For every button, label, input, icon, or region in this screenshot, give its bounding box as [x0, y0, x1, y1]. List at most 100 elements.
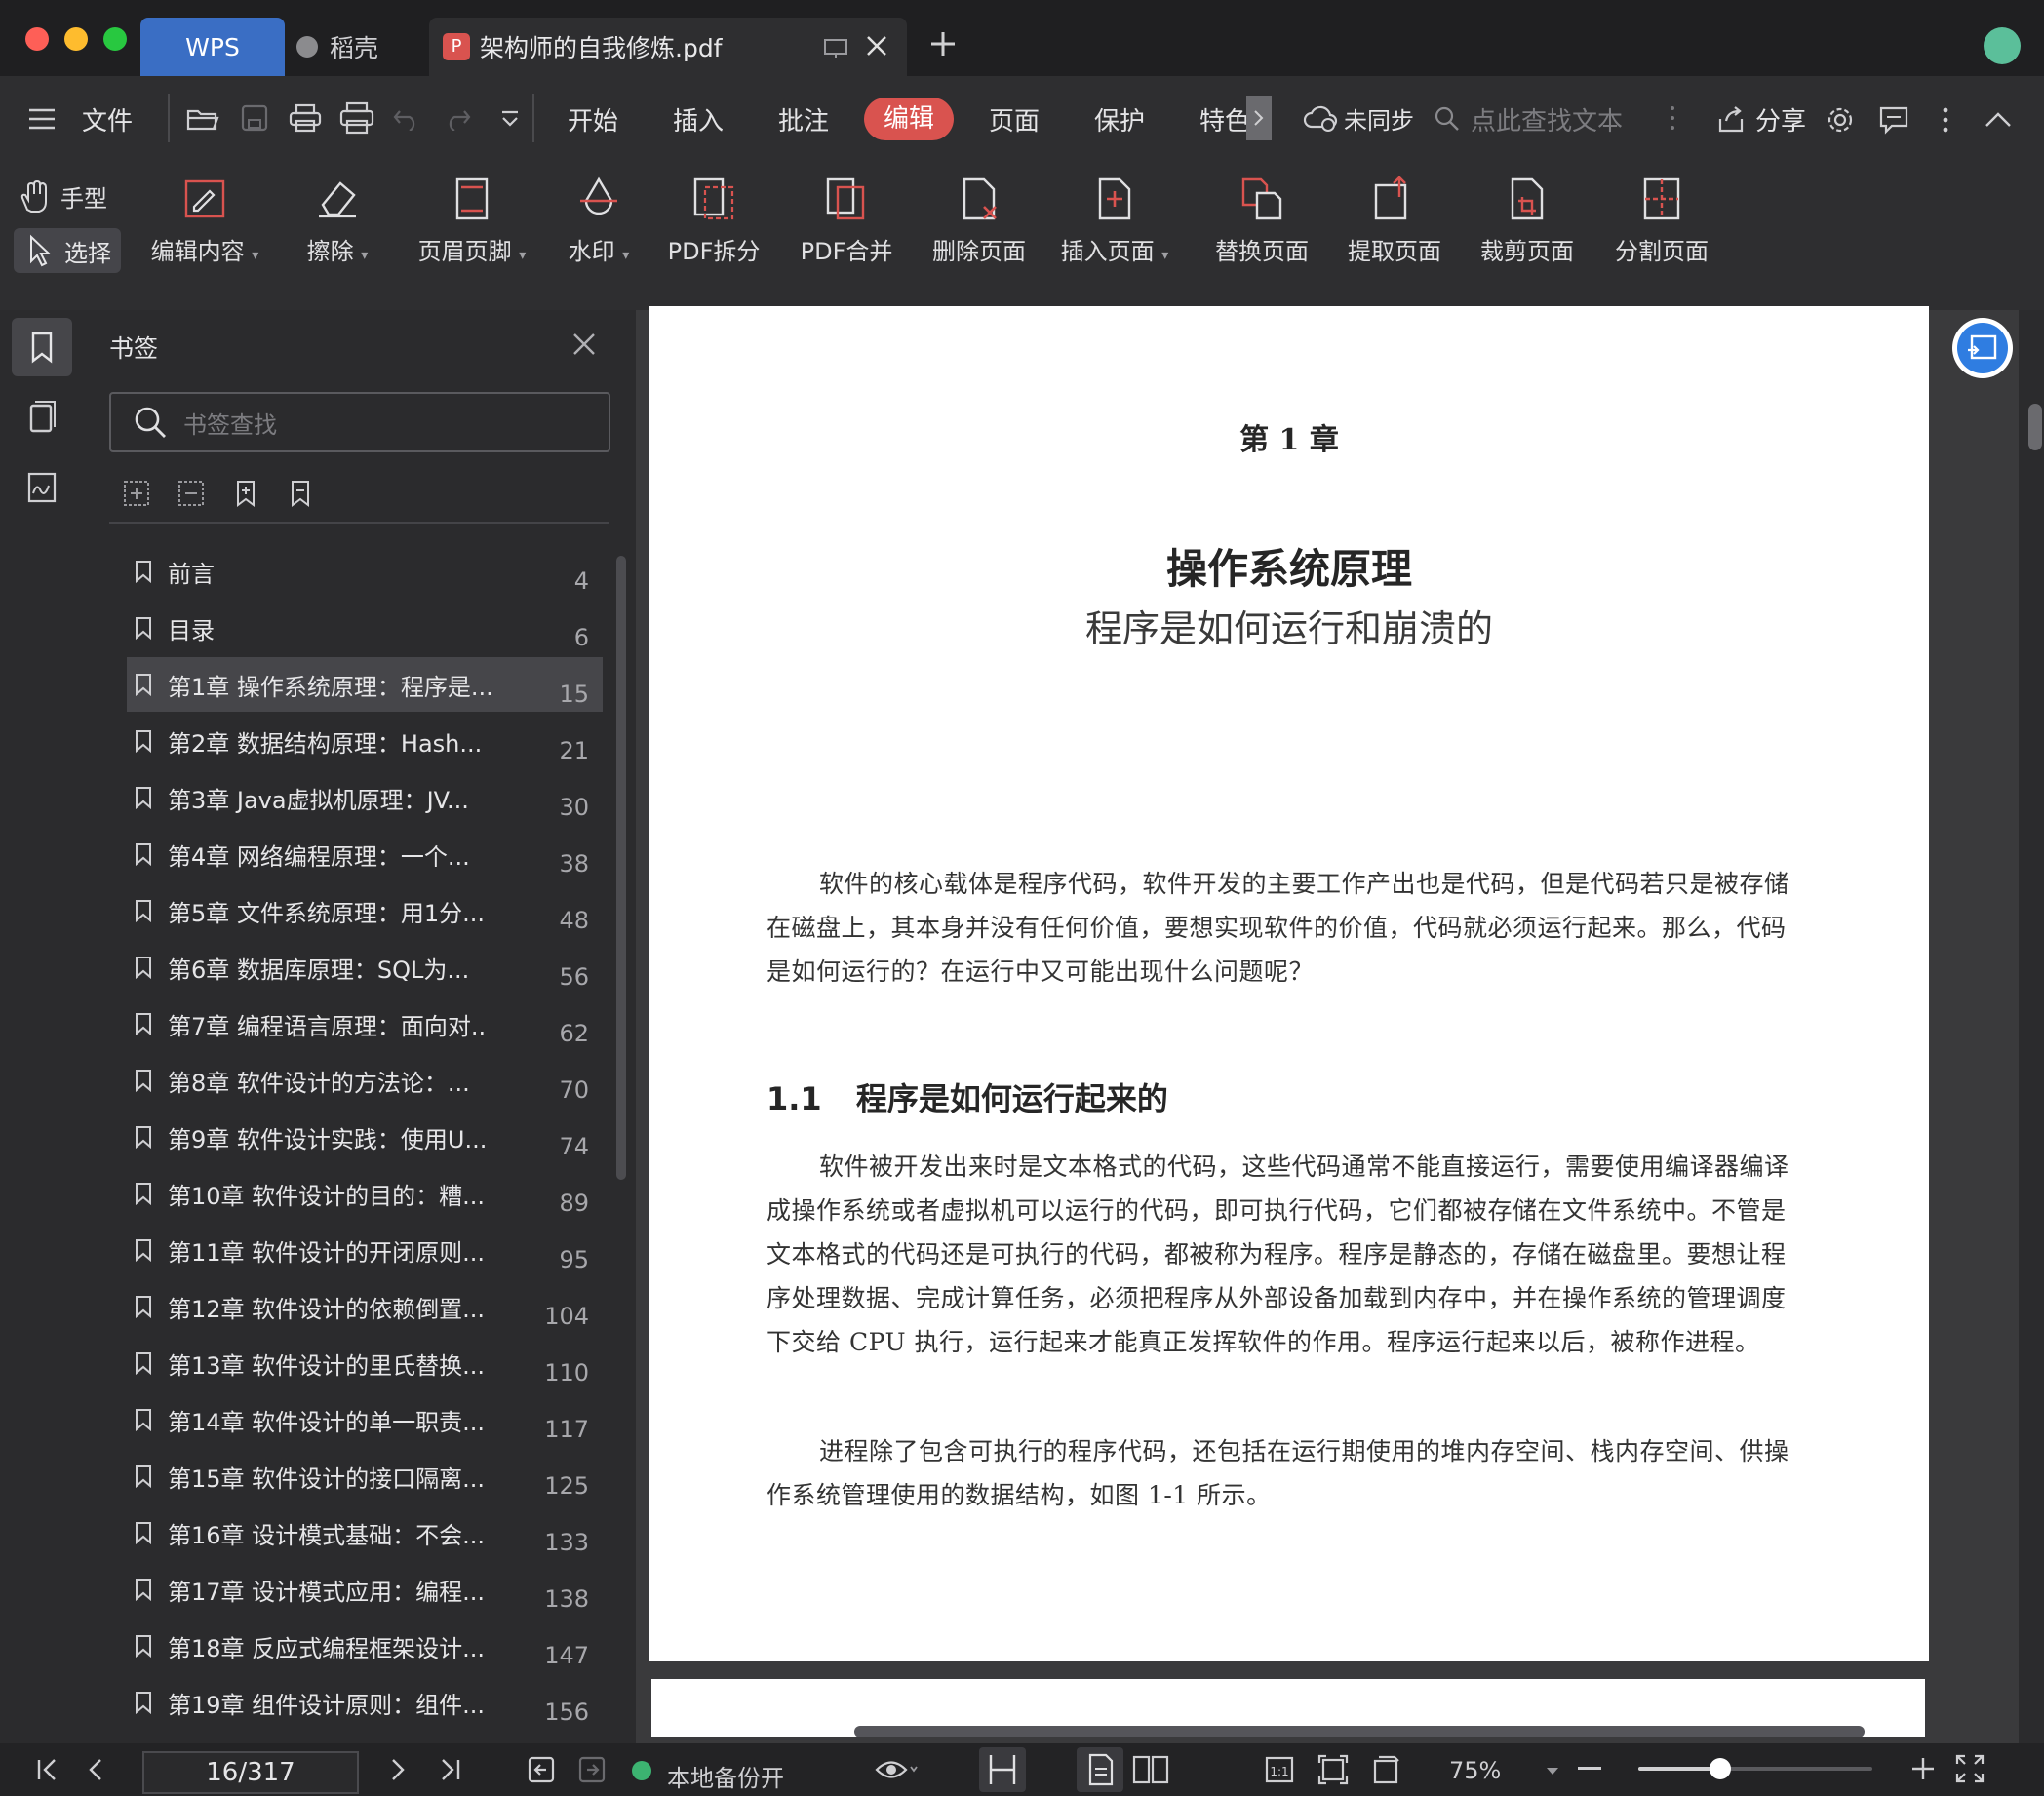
bookmark-item[interactable]: 第8章 软件设计的方法论：... 70: [127, 1053, 603, 1108]
bookmark-item[interactable]: 前言 4: [127, 544, 603, 599]
previous-page-icon[interactable]: [86, 1757, 105, 1786]
menu-tab-edit[interactable]: 编辑: [864, 98, 954, 140]
bookmark-item[interactable]: 第18章 反应式编程框架设计... 147: [127, 1619, 603, 1673]
share-icon[interactable]: [1716, 105, 1746, 138]
last-page-icon[interactable]: [437, 1757, 462, 1786]
print-preview-icon[interactable]: [339, 101, 374, 138]
signature-panel-button[interactable]: [21, 468, 60, 511]
bookmark-item[interactable]: 第15章 软件设计的接口隔离... 125: [127, 1449, 603, 1503]
more-options-icon[interactable]: [1941, 105, 1950, 138]
watermark-tool[interactable]: 水印 ▾: [540, 176, 657, 266]
menu-tab-page[interactable]: 页面: [989, 101, 1040, 137]
floating-convert-button[interactable]: [1952, 318, 2013, 378]
first-page-icon[interactable]: [35, 1757, 60, 1786]
save-icon[interactable]: [240, 103, 269, 137]
actual-size-icon[interactable]: 1:1: [1264, 1755, 1295, 1788]
remove-bookmark-icon[interactable]: [285, 478, 316, 513]
single-page-view-button[interactable]: [1077, 1747, 1123, 1792]
eye-protection-icon[interactable]: [874, 1755, 919, 1788]
backup-status-label[interactable]: 本地备份开: [667, 1759, 784, 1793]
tab-docer[interactable]: 稻壳: [296, 18, 413, 76]
bookmark-item[interactable]: 第7章 编程语言原理：面向对.. 62: [127, 996, 603, 1051]
tab-document[interactable]: P 架构师的自我修炼.pdf: [429, 18, 907, 76]
rotate-page-icon[interactable]: [1369, 1753, 1402, 1790]
zoom-out-button[interactable]: [1578, 1767, 1601, 1770]
bookmark-item[interactable]: 第19章 组件设计原则：组件... 156: [127, 1675, 603, 1730]
panel-scrollbar[interactable]: [616, 556, 626, 1180]
select-tool-button[interactable]: 选择: [14, 228, 121, 273]
horizontal-scroll-thumb[interactable]: [854, 1726, 1865, 1737]
bookmark-item[interactable]: 第11章 软件设计的开闭原则... 95: [127, 1223, 603, 1277]
collapse-ribbon-icon[interactable]: [1984, 109, 2013, 133]
hamburger-menu-icon[interactable]: [27, 107, 57, 135]
two-page-view-icon[interactable]: [1131, 1753, 1170, 1790]
bookmark-item[interactable]: 第14章 软件设计的单一职责... 117: [127, 1392, 603, 1447]
bookmark-item[interactable]: 第2章 数据结构原理：Hash... 21: [127, 714, 603, 768]
print-icon[interactable]: [289, 103, 322, 137]
tab-wps[interactable]: WPS: [140, 18, 285, 76]
erase-tool[interactable]: 擦除 ▾: [279, 176, 396, 266]
continuous-scroll-button[interactable]: [979, 1747, 1026, 1792]
horizontal-scrollbar[interactable]: [644, 1722, 2009, 1741]
close-tab-icon[interactable]: [864, 33, 889, 64]
bookmark-item[interactable]: 第12章 软件设计的依赖倒置... 104: [127, 1279, 603, 1334]
pdf-merge-tool[interactable]: PDF合并: [788, 176, 905, 266]
fit-page-icon[interactable]: [1317, 1753, 1350, 1790]
avatar[interactable]: [1984, 27, 2021, 64]
menu-tab-protect[interactable]: 保护: [1094, 101, 1145, 137]
menu-tab-features[interactable]: 特色: [1199, 101, 1250, 137]
file-menu[interactable]: 文件: [82, 101, 133, 137]
new-tab-icon[interactable]: [928, 29, 958, 62]
bookmark-item[interactable]: 第6章 数据库原理：SQL为... 56: [127, 940, 603, 995]
page-number-input[interactable]: 16/317: [142, 1751, 359, 1794]
search-icon[interactable]: [1434, 105, 1461, 137]
header-footer-tool[interactable]: 页眉页脚 ▾: [404, 176, 540, 266]
next-page-icon[interactable]: [388, 1757, 408, 1786]
insert-page-tool[interactable]: 插入页面 ▾: [1051, 176, 1178, 266]
bookmark-panel-button[interactable]: [12, 318, 72, 376]
zoom-slider[interactable]: [1638, 1758, 1872, 1779]
redo-icon[interactable]: [443, 105, 472, 135]
bookmark-item[interactable]: 第13章 软件设计的里氏替换... 110: [127, 1336, 603, 1390]
bookmark-search-input[interactable]: 书签查找: [109, 392, 610, 452]
bookmark-item[interactable]: 第9章 软件设计实践：使用U... 74: [127, 1110, 603, 1164]
bookmark-item[interactable]: 第1章 操作系统原理：程序是... 15: [127, 657, 603, 712]
replace-page-tool[interactable]: 替换页面: [1203, 176, 1320, 266]
zoom-in-icon[interactable]: [1909, 1755, 1937, 1786]
vertical-scrollbar[interactable]: [2026, 310, 2044, 1743]
zoom-dropdown-icon[interactable]: [1545, 1763, 1560, 1781]
bookmark-item[interactable]: 第17章 设计模式应用：编程... 138: [127, 1562, 603, 1617]
bookmark-item[interactable]: 第3章 Java虚拟机原理：JV... 30: [127, 770, 603, 825]
find-text-input[interactable]: 点此查找文本: [1471, 101, 1623, 137]
zoom-slider-knob[interactable]: [1710, 1758, 1731, 1779]
collapse-all-icon[interactable]: [176, 478, 207, 513]
zoom-window-button[interactable]: [103, 27, 127, 51]
menu-tab-start[interactable]: 开始: [568, 101, 618, 137]
thumbnail-panel-button[interactable]: [21, 398, 60, 441]
close-window-button[interactable]: [25, 27, 49, 51]
sync-status[interactable]: 未同步: [1344, 101, 1414, 136]
cloud-sync-icon[interactable]: [1303, 103, 1338, 137]
extract-page-tool[interactable]: 提取页面: [1336, 176, 1453, 266]
split-page-tool[interactable]: 分割页面: [1603, 176, 1720, 266]
hand-tool-button[interactable]: 手型: [18, 179, 107, 214]
crop-page-tool[interactable]: 裁剪页面: [1469, 176, 1586, 266]
bookmark-item[interactable]: 第16章 设计模式基础：不会... 133: [127, 1505, 603, 1560]
settings-gear-icon[interactable]: [1826, 105, 1855, 138]
edit-content-tool[interactable]: 编辑内容 ▾: [146, 176, 263, 266]
open-folder-icon[interactable]: [185, 103, 220, 137]
expand-all-icon[interactable]: [121, 478, 152, 513]
bookmark-item[interactable]: 第4章 网络编程原理：一个... 38: [127, 827, 603, 881]
minimize-window-button[interactable]: [64, 27, 88, 51]
comment-icon[interactable]: [1878, 105, 1909, 138]
close-panel-icon[interactable]: [571, 332, 597, 361]
delete-page-tool[interactable]: 删除页面: [921, 176, 1038, 266]
vertical-scroll-thumb[interactable]: [2028, 404, 2042, 450]
ribbon-scroll-right-button[interactable]: [1246, 96, 1272, 140]
quick-access-dropdown-icon[interactable]: [499, 109, 521, 133]
pdf-split-tool[interactable]: PDF拆分: [655, 176, 772, 266]
bookmark-item[interactable]: 第5章 文件系统原理：用1分... 48: [127, 883, 603, 938]
zoom-level-label[interactable]: 75%: [1449, 1757, 1501, 1784]
menu-tab-insert[interactable]: 插入: [673, 101, 724, 137]
undo-icon[interactable]: [392, 105, 421, 135]
